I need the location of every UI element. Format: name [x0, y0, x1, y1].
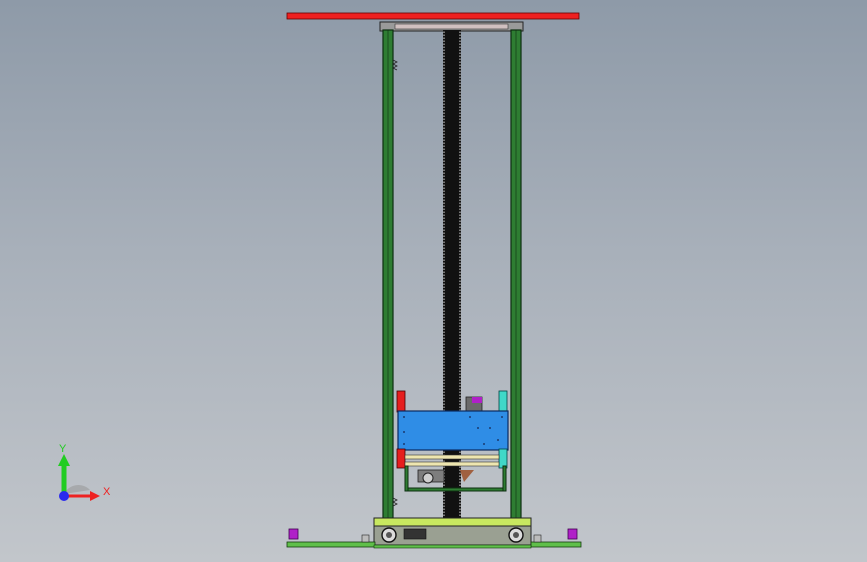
base-platform-top[interactable] — [373, 517, 532, 527]
cad-model-view[interactable] — [0, 0, 867, 562]
base-cart-body[interactable] — [373, 525, 532, 546]
caster-wheel-right-hub — [513, 532, 519, 538]
carriage-lower-post-right-cyan[interactable] — [498, 448, 508, 469]
triad-origin — [59, 491, 69, 501]
lower-frame-bar — [404, 487, 507, 492]
carriage-post-right-cyan[interactable] — [498, 390, 508, 413]
top-cross-beam-inner — [394, 23, 509, 30]
reference-triad — [58, 454, 100, 501]
spring-clip-lower — [392, 497, 398, 507]
carriage-housing[interactable] — [397, 410, 509, 451]
ground-rail-left[interactable] — [286, 541, 376, 548]
ground-rail-right[interactable] — [530, 541, 582, 548]
triad-y-label: Y — [59, 443, 67, 455]
graphics-viewport[interactable]: Y X — [0, 0, 867, 562]
drive-gear[interactable] — [422, 472, 434, 484]
motor-cap — [472, 397, 482, 403]
carriage-post-left-red[interactable] — [396, 390, 406, 413]
lower-frame-post-right — [502, 465, 507, 492]
stabilizer-foot-right — [533, 534, 542, 543]
leveling-foot-left[interactable] — [288, 528, 299, 540]
base-cart-window — [403, 528, 427, 540]
carriage-lower-post-left-red[interactable] — [396, 448, 406, 469]
ground-rail-center — [373, 544, 532, 549]
stabilizer-foot-left — [361, 534, 370, 543]
lower-frame-post-left — [404, 465, 409, 492]
triad-rotation-arc — [64, 485, 90, 494]
triad-x-arrowhead — [90, 491, 100, 501]
leveling-foot-right[interactable] — [567, 528, 578, 540]
triad-x-label: X — [103, 486, 111, 498]
triad-y-arrowhead — [58, 454, 70, 466]
guide-rail-upper — [404, 454, 500, 460]
diagonal-brace — [460, 470, 474, 482]
guide-rail-lower — [404, 461, 500, 467]
caster-wheel-left-hub — [386, 532, 392, 538]
spring-clip — [392, 59, 398, 71]
top-plate[interactable] — [286, 12, 580, 20]
